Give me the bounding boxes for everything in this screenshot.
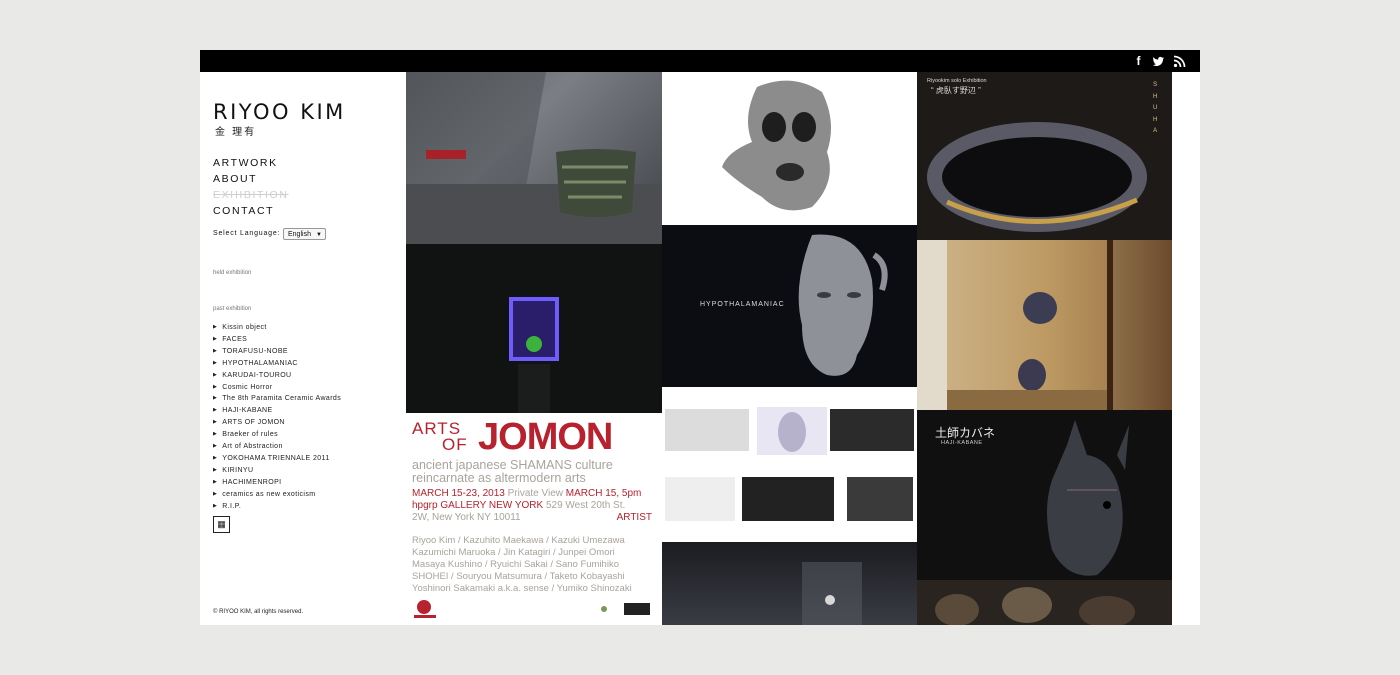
list-item[interactable]: ▶ HYPOTHALAMANIAC <box>213 358 341 370</box>
pottery-pile-image <box>935 587 1135 625</box>
poster-artists-line: Kazumichi Maruoka / Jin Katagiri / Junpe… <box>412 547 615 558</box>
site-logo[interactable]: RIYOO KIM <box>213 100 346 124</box>
poster-address-2: 2W, New York NY 10011 <box>412 512 521 523</box>
artwork-tile-pots[interactable] <box>917 580 1172 625</box>
poster-artists-line: Yoshinori Sakamaki a.k.a. sense / Yumiko… <box>412 583 632 594</box>
main-nav: ARTWORK ABOUT EXHIBITION CONTACT <box>213 155 289 219</box>
site-frame: f RIYOO KIM 金 理有 ARTWORK ABOUT EXHIBITIO… <box>200 50 1200 625</box>
poster-artists-line: SHOHEI / Souryou Matsumura / Taketo Koba… <box>412 571 625 582</box>
right-gutter <box>1172 72 1200 625</box>
copyright: © RIYOO KIM, all rights reserved. <box>213 609 304 615</box>
triangle-right-icon: ▶ <box>213 419 218 426</box>
cup-image <box>406 72 662 244</box>
poster-title-of: OF <box>442 435 468 454</box>
haji-title: 土師カバネ <box>935 426 996 440</box>
past-exhibition-heading: past exhibition <box>213 306 252 312</box>
poster-private: Private View <box>507 488 564 499</box>
poster-line-2: reincarnate as altermodern arts <box>412 471 586 485</box>
list-item[interactable]: ▶ HAJI-KABANE <box>213 405 341 417</box>
poster-artists-line: Masaya Kushino / Ryuichi Sakai / Sano Fu… <box>412 559 619 570</box>
chevron-down-icon: ▼ <box>316 232 322 238</box>
top-bar: f <box>200 50 1200 72</box>
jomon-poster[interactable]: ARTS OF JOMON ancient japanese SHAMANS c… <box>406 413 662 625</box>
list-item[interactable]: ▶ HACHIMENROPI <box>213 477 341 489</box>
triangle-right-icon: ▶ <box>213 431 218 438</box>
language-label: Select Language: <box>213 230 281 237</box>
poster-artist-label: ARTIST <box>616 512 652 523</box>
shuha-vertical-title: S H U H A <box>1153 82 1158 134</box>
language-select[interactable]: English ▼ <box>283 228 326 240</box>
shuha-header: Riyookim solo Exhibition <box>927 78 987 84</box>
list-item[interactable]: ▶ Cosmic Horror <box>213 382 341 394</box>
artwork-tile-skull[interactable] <box>662 72 917 225</box>
shuha-title: “ 虎臥す野辺 ” <box>931 86 981 95</box>
triangle-right-icon: ▶ <box>213 347 218 354</box>
nav-exhibition[interactable]: EXHIBITION <box>213 187 289 203</box>
list-item[interactable]: ▶ FACES <box>213 334 341 346</box>
artwork-tile-hypothalamaniac[interactable]: HYPOTHALAMANIAC <box>662 225 917 387</box>
nav-artwork[interactable]: ARTWORK <box>213 155 289 171</box>
hypothalamaniac-caption: HYPOTHALAMANIAC <box>700 301 785 308</box>
triangle-right-icon: ▶ <box>213 371 218 378</box>
poster-dates: MARCH 15-23, 2013 <box>412 488 505 499</box>
list-item[interactable]: ▶ Kissin object <box>213 322 341 334</box>
artwork-tile-gallery[interactable] <box>662 542 917 625</box>
past-exhibition-list: ▶ Kissin object ▶ FACES ▶ TORAFUSU-NOBE ▶ HY… <box>213 322 341 513</box>
triangle-right-icon: ▶ <box>213 407 218 414</box>
artwork-tile-haji-kabane[interactable]: 土師カバネ HAJI-KABANE <box>917 410 1172 580</box>
artwork-tile-tokonoma[interactable] <box>917 240 1172 410</box>
glaze-eye-image <box>927 122 1147 232</box>
exhibition-collage-image <box>665 407 914 521</box>
triangle-right-icon: ▶ <box>213 478 218 485</box>
artwork-tile-neon[interactable] <box>406 244 662 413</box>
jomon-logo-icon <box>414 600 436 618</box>
poster-title-jomon: JOMON <box>478 416 613 458</box>
neon-case-image <box>509 297 559 413</box>
poster-gallery: hpgrp GALLERY NEW YORK <box>412 500 544 511</box>
triangle-right-icon: ▶ <box>213 454 218 461</box>
sponsor-logo-icon <box>601 603 650 615</box>
nav-about[interactable]: ABOUT <box>213 171 289 187</box>
rss-icon[interactable] <box>1173 55 1186 68</box>
triangle-right-icon: ▶ <box>213 324 218 330</box>
skull-sculpture-image <box>722 80 831 211</box>
list-item[interactable]: ▶ Braeker of rules <box>213 429 341 441</box>
list-item[interactable]: ▶ ARTS OF JOMON <box>213 417 341 429</box>
list-item[interactable]: ▶ The 8th Paramita Ceramic Awards <box>213 393 341 405</box>
list-item[interactable]: ▶ R.I.P. <box>213 501 341 513</box>
artwork-tile-shuha[interactable]: Riyookim solo Exhibition “ 虎臥す野辺 ” S H U… <box>917 72 1172 240</box>
language-value: English <box>288 231 311 238</box>
poster-private-date: MARCH 15, 5pm <box>565 488 642 499</box>
nav-contact[interactable]: CONTACT <box>213 203 289 219</box>
haji-subtitle: HAJI-KABANE <box>941 440 983 446</box>
triangle-right-icon: ▶ <box>213 383 218 390</box>
gallery-space-image <box>802 562 862 625</box>
list-item[interactable]: ▶ ceramics as new exoticism <box>213 489 341 501</box>
triangle-right-icon: ▶ <box>213 395 218 402</box>
facebook-icon[interactable]: f <box>1132 55 1145 68</box>
twitter-icon[interactable] <box>1152 55 1165 68</box>
triangle-right-icon: ▶ <box>213 359 218 366</box>
artwork-tile-cup[interactable] <box>406 72 662 244</box>
stamp-icon[interactable]: ▦ <box>213 516 230 533</box>
triangle-right-icon: ▶ <box>213 490 218 497</box>
triangle-right-icon: ▶ <box>213 502 218 509</box>
triangle-right-icon: ▶ <box>213 466 218 473</box>
site-logo-japanese: 金 理有 <box>215 127 257 138</box>
sidebar: RIYOO KIM 金 理有 ARTWORK ABOUT EXHIBITION … <box>200 72 406 625</box>
tokonoma-room-image <box>917 240 1113 410</box>
list-item[interactable]: ▶ KIRINYU <box>213 465 341 477</box>
list-item[interactable]: ▶ Art of Abstraction <box>213 441 341 453</box>
poster-address-1: 529 West 20th St. <box>545 500 626 511</box>
list-item[interactable]: ▶ YOKOHAMA TRIENNALE 2011 <box>213 453 341 465</box>
poster-artists-line: Riyoo Kim / Kazuhito Maekawa / Kazuki Um… <box>412 535 625 546</box>
list-item[interactable]: ▶ TORAFUSU-NOBE <box>213 346 341 358</box>
artwork-tile-collage[interactable] <box>662 387 917 542</box>
triangle-right-icon: ▶ <box>213 443 218 450</box>
list-item[interactable]: ▶ KARUDAI-TOUROU <box>213 370 341 382</box>
held-exhibition-heading: held exhibition <box>213 270 252 276</box>
triangle-right-icon: ▶ <box>213 335 218 342</box>
